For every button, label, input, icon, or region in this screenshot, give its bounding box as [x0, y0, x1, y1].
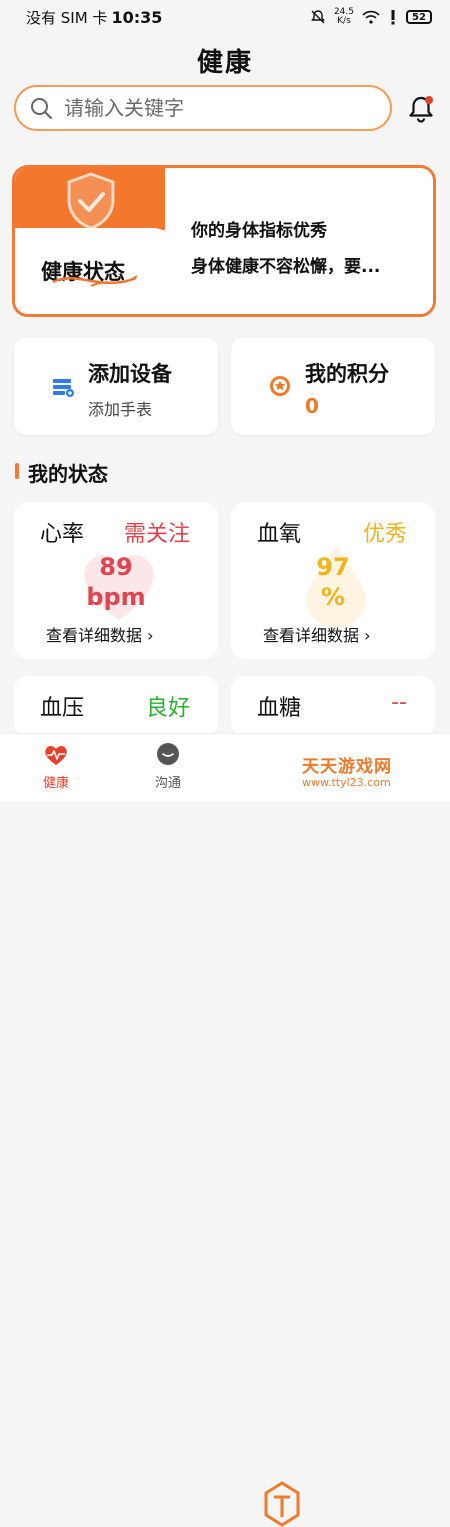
search-icon [31, 98, 52, 119]
net-speed-unit: K/s [337, 16, 351, 26]
blood-pressure-card[interactable]: 血压 良好 [14, 676, 218, 736]
battery-level: 52 [412, 11, 426, 23]
shield-check-icon [67, 172, 115, 230]
page-title: 健康 [196, 48, 253, 78]
blood-oxygen-detail-link[interactable]: 查看详细数据 › [263, 622, 371, 646]
blood-oxygen-value: 97 [316, 553, 350, 581]
blood-sugar-label: 血糖 [257, 696, 302, 721]
health-summary-line1: 你的身体指标优秀 [191, 221, 327, 241]
watermark-logo-icon [264, 1481, 300, 1527]
status-bar: 没有 SIM 卡 10:35 24.5 K/s 52 [0, 0, 450, 34]
heart-rate-label: 心率 [40, 522, 85, 547]
add-device-title: 添加设备 [88, 362, 172, 386]
section-accent-bar [15, 463, 19, 479]
device-list-icon [53, 379, 74, 397]
nav-tab-chat-label: 沟通 [154, 776, 181, 791]
blood-pressure-status: 良好 [145, 696, 190, 721]
card-white-area [165, 168, 433, 314]
nav-tab-health[interactable]: 健康 [16, 742, 96, 791]
alert-icon [391, 10, 395, 25]
wifi-icon [362, 10, 380, 24]
heart-pulse-icon [45, 746, 67, 765]
health-summary-line2: 身体健康不容松懈，要... [191, 257, 381, 277]
watermark-text: 天天游戏网 [302, 757, 392, 777]
swoosh-decoration [52, 275, 138, 287]
mute-bell-icon [311, 10, 325, 24]
my-points-title: 我的积分 [305, 362, 389, 386]
carrier-text: 没有 SIM 卡 [26, 8, 108, 27]
heart-rate-unit: bpm [86, 583, 146, 611]
blood-oxygen-value-block: 97 % [231, 552, 435, 612]
blood-sugar-card[interactable]: 血糖 -- [231, 676, 435, 736]
notification-bell-icon[interactable] [406, 94, 436, 124]
health-status-card[interactable]: 健康状态 你的身体指标优秀 身体健康不容松懈，要... [12, 165, 436, 317]
heart-rate-value: 89 [99, 553, 133, 581]
add-device-card[interactable]: 添加设备 添加手表 [14, 338, 218, 435]
star-coin-icon [270, 376, 290, 396]
heart-rate-card[interactable]: 心率 需关注 89 bpm 查看详细数据 › [14, 502, 218, 659]
battery-icon: 52 [406, 10, 432, 24]
search-input[interactable] [62, 95, 346, 121]
chat-bubble-icon [157, 743, 179, 765]
blood-oxygen-label: 血氧 [257, 522, 302, 547]
heart-rate-status: 需关注 [123, 522, 190, 547]
status-left: 没有 SIM 卡 10:35 [26, 7, 162, 28]
heart-rate-value-block: 89 bpm [14, 552, 218, 612]
blood-oxygen-card[interactable]: 血氧 优秀 97 % 查看详细数据 › [231, 502, 435, 659]
blood-pressure-label: 血压 [40, 696, 85, 721]
blood-oxygen-status: 优秀 [362, 522, 407, 547]
blood-oxygen-unit: % [320, 583, 346, 611]
blood-sugar-status: -- [391, 690, 407, 715]
watermark-url: www.ttyl23.com [302, 776, 391, 789]
net-speed: 24.5 K/s [334, 8, 354, 26]
status-right: 24.5 K/s 52 [310, 8, 432, 26]
clock: 10:35 [111, 7, 163, 27]
nav-tab-health-label: 健康 [42, 776, 69, 791]
nav-tab-chat[interactable]: 沟通 [128, 742, 208, 791]
search-box[interactable] [14, 85, 392, 131]
my-points-value: 0 [305, 394, 319, 418]
my-status-heading: 我的状态 [28, 462, 108, 486]
add-device-subtitle: 添加手表 [88, 400, 153, 419]
heart-rate-detail-link[interactable]: 查看详细数据 › [46, 622, 154, 646]
my-points-card[interactable]: 我的积分 0 [231, 338, 435, 435]
